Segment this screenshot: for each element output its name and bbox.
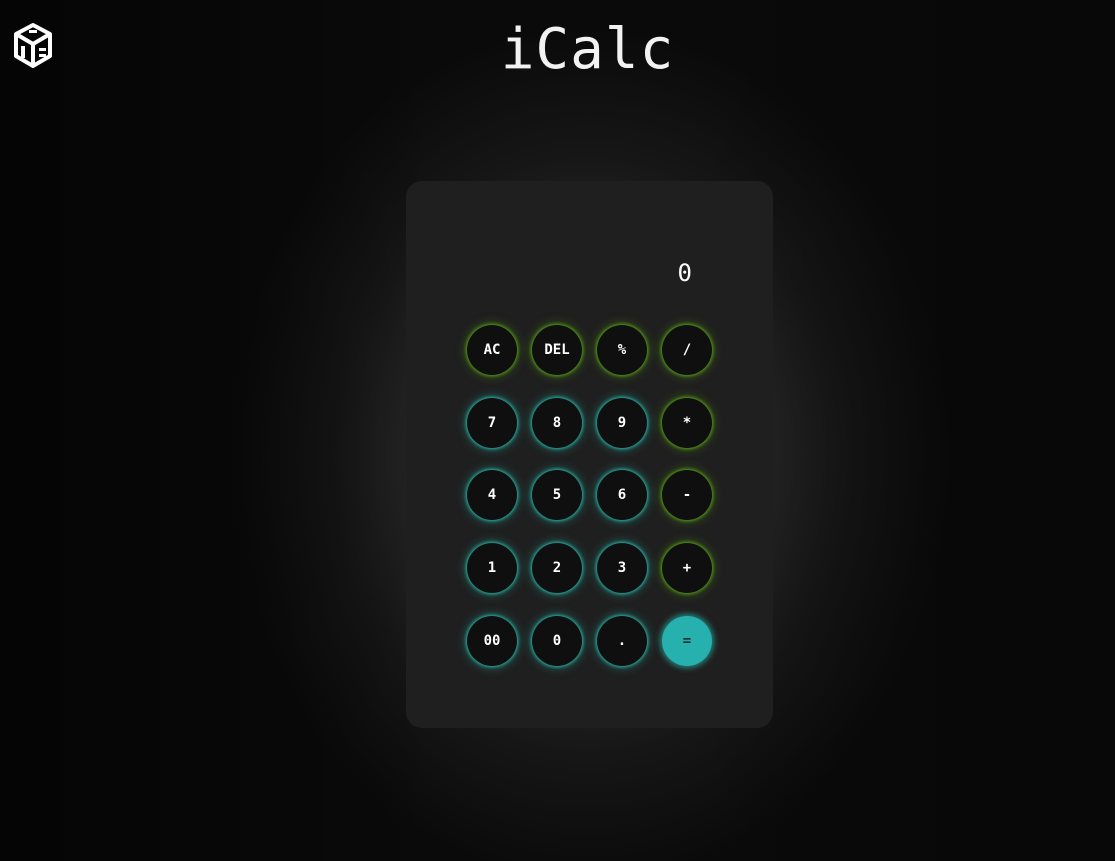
digit-5-button[interactable]: 5 <box>532 470 582 520</box>
digit-0-button[interactable]: 0 <box>532 616 582 666</box>
all-clear-button[interactable]: AC <box>467 325 517 375</box>
calculator-display: 0 <box>677 259 692 287</box>
add-button[interactable]: + <box>662 543 712 593</box>
subtract-button[interactable]: - <box>662 470 712 520</box>
delete-button[interactable]: DEL <box>532 325 582 375</box>
digit-2-button[interactable]: 2 <box>532 543 582 593</box>
multiply-button[interactable]: * <box>662 398 712 448</box>
digit-4-button[interactable]: 4 <box>467 470 517 520</box>
calculator-panel: 0 AC DEL % / 7 8 9 * 4 5 6 - 1 2 3 + 00 … <box>406 181 773 728</box>
digit-6-button[interactable]: 6 <box>597 470 647 520</box>
app-title: iCalc <box>500 17 675 82</box>
divide-button[interactable]: / <box>662 325 712 375</box>
digit-7-button[interactable]: 7 <box>467 398 517 448</box>
digit-9-button[interactable]: 9 <box>597 398 647 448</box>
digit-1-button[interactable]: 1 <box>467 543 517 593</box>
digit-3-button[interactable]: 3 <box>597 543 647 593</box>
percent-button[interactable]: % <box>597 325 647 375</box>
double-zero-button[interactable]: 00 <box>467 616 517 666</box>
decimal-button[interactable]: . <box>597 616 647 666</box>
equals-button[interactable]: = <box>662 616 712 666</box>
digit-8-button[interactable]: 8 <box>532 398 582 448</box>
